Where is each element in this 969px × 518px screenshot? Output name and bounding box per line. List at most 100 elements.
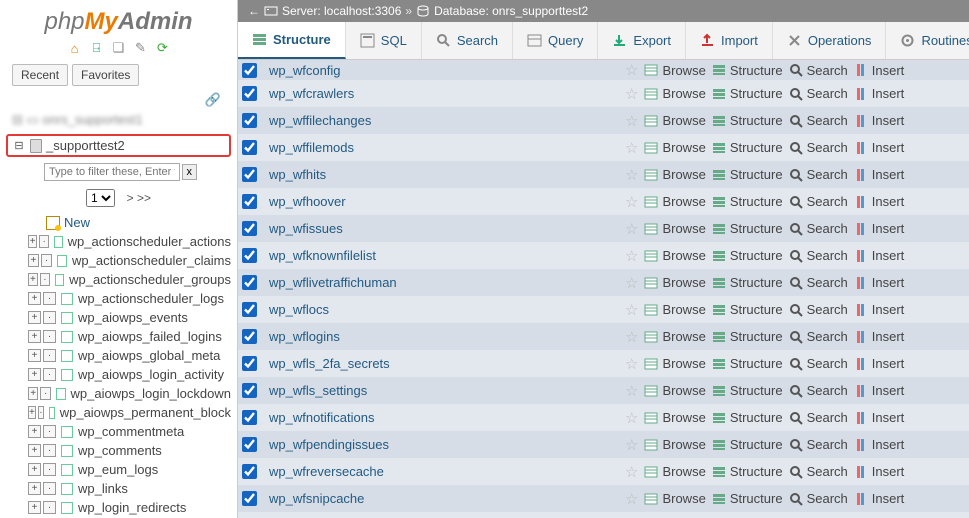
browse-action[interactable]: Browse [644, 140, 705, 155]
structure-action[interactable]: Structure [712, 86, 783, 101]
row-checkbox[interactable] [242, 63, 257, 78]
insert-action[interactable]: Insert [854, 437, 905, 452]
favorite-star[interactable]: ☆ [625, 61, 638, 79]
insert-action[interactable]: Insert [854, 491, 905, 506]
tree-collapse-icon[interactable]: ⊟ [12, 139, 26, 152]
favorite-star[interactable]: ☆ [625, 463, 638, 481]
favorite-star[interactable]: ☆ [625, 112, 638, 130]
search-action[interactable]: Search [789, 86, 848, 101]
tree-table-link[interactable]: wp_aiowps_events [78, 310, 188, 325]
table-name-link[interactable]: wp_wfreversecache [269, 464, 619, 479]
browse-action[interactable]: Browse [644, 167, 705, 182]
tree-table-link[interactable]: wp_aiowps_login_activity [78, 367, 224, 382]
tree-table-link[interactable]: wp_aiowps_permanent_block [60, 405, 231, 420]
favorite-star[interactable]: ☆ [625, 247, 638, 265]
structure-action[interactable]: Structure [712, 491, 783, 506]
favorites-tab[interactable]: Favorites [72, 64, 139, 86]
table-name-link[interactable]: wp_wfpendingissues [269, 437, 619, 452]
breadcrumb-database[interactable]: Database: onrs_supporttest2 [434, 4, 588, 18]
tree-new-icon[interactable]: · [43, 482, 56, 495]
table-name-link[interactable]: wp_wfcrawlers [269, 86, 619, 101]
insert-action[interactable]: Insert [854, 86, 905, 101]
tree-expand-icon[interactable]: + [28, 235, 37, 248]
structure-action[interactable]: Structure [712, 248, 783, 263]
tree-new-icon[interactable]: · [41, 254, 52, 267]
insert-action[interactable]: Insert [854, 383, 905, 398]
collapse-link-icon[interactable]: 🔗 [0, 92, 237, 108]
row-checkbox[interactable] [242, 383, 257, 398]
favorite-star[interactable]: ☆ [625, 382, 638, 400]
search-action[interactable]: Search [789, 167, 848, 182]
structure-action[interactable]: Structure [712, 167, 783, 182]
tree-table-link[interactable]: wp_commentmeta [78, 424, 184, 439]
filter-input[interactable] [44, 163, 180, 181]
search-action[interactable]: Search [789, 248, 848, 263]
tree-new-icon[interactable]: · [40, 273, 50, 286]
row-checkbox[interactable] [242, 113, 257, 128]
reload-icon[interactable]: ⟳ [155, 40, 171, 56]
row-checkbox[interactable] [242, 167, 257, 182]
table-name-link[interactable]: wp_wfconfig [269, 63, 619, 78]
structure-action[interactable]: Structure [712, 194, 783, 209]
table-name-link[interactable]: wp_wffilechanges [269, 113, 619, 128]
insert-action[interactable]: Insert [854, 302, 905, 317]
browse-action[interactable]: Browse [644, 437, 705, 452]
tree-new-icon[interactable]: · [40, 387, 50, 400]
tree-expand-icon[interactable]: + [28, 463, 41, 476]
browse-action[interactable]: Browse [644, 356, 705, 371]
favorite-star[interactable]: ☆ [625, 220, 638, 238]
tab-export[interactable]: Export [598, 22, 686, 59]
row-checkbox[interactable] [242, 194, 257, 209]
home-icon[interactable]: ⌂ [67, 40, 83, 56]
table-name-link[interactable]: wp_wfnotifications [269, 410, 619, 425]
tree-expand-icon[interactable]: + [28, 387, 38, 400]
insert-action[interactable]: Insert [854, 356, 905, 371]
structure-action[interactable]: Structure [712, 140, 783, 155]
table-name-link[interactable]: wp_wfissues [269, 221, 619, 236]
structure-action[interactable]: Structure [712, 63, 783, 78]
tree-expand-icon[interactable]: + [28, 425, 41, 438]
insert-action[interactable]: Insert [854, 464, 905, 479]
tree-new-icon[interactable]: · [43, 330, 56, 343]
structure-action[interactable]: Structure [712, 113, 783, 128]
search-action[interactable]: Search [789, 464, 848, 479]
row-checkbox[interactable] [242, 302, 257, 317]
structure-action[interactable]: Structure [712, 410, 783, 425]
tree-table-link[interactable]: wp_actionscheduler_logs [78, 291, 224, 306]
row-checkbox[interactable] [242, 356, 257, 371]
structure-action[interactable]: Structure [712, 437, 783, 452]
tree-expand-icon[interactable]: + [28, 368, 41, 381]
search-action[interactable]: Search [789, 329, 848, 344]
tree-expand-icon[interactable]: + [28, 482, 41, 495]
row-checkbox[interactable] [242, 491, 257, 506]
favorite-star[interactable]: ☆ [625, 328, 638, 346]
tab-routines[interactable]: Routines [886, 22, 969, 59]
table-name-link[interactable]: wp_wflivetraffichuman [269, 275, 619, 290]
insert-action[interactable]: Insert [854, 329, 905, 344]
insert-action[interactable]: Insert [854, 194, 905, 209]
favorite-star[interactable]: ☆ [625, 193, 638, 211]
browse-action[interactable]: Browse [644, 275, 705, 290]
search-action[interactable]: Search [789, 302, 848, 317]
table-name-link[interactable]: wp_wfls_2fa_secrets [269, 356, 619, 371]
structure-action[interactable]: Structure [712, 329, 783, 344]
favorite-star[interactable]: ☆ [625, 301, 638, 319]
search-action[interactable]: Search [789, 275, 848, 290]
recent-tab[interactable]: Recent [12, 64, 68, 86]
table-name-link[interactable]: wp_wfhoover [269, 194, 619, 209]
table-name-link[interactable]: wp_wffilemods [269, 140, 619, 155]
tree-expand-icon[interactable]: + [28, 311, 41, 324]
row-checkbox[interactable] [242, 464, 257, 479]
browse-action[interactable]: Browse [644, 248, 705, 263]
search-action[interactable]: Search [789, 356, 848, 371]
tab-search[interactable]: Search [422, 22, 513, 59]
structure-action[interactable]: Structure [712, 275, 783, 290]
tree-table-link[interactable]: wp_comments [78, 443, 162, 458]
tree-expand-icon[interactable]: + [28, 273, 38, 286]
insert-action[interactable]: Insert [854, 113, 905, 128]
tree-expand-icon[interactable]: + [28, 444, 41, 457]
browse-action[interactable]: Browse [644, 410, 705, 425]
row-checkbox[interactable] [242, 86, 257, 101]
insert-action[interactable]: Insert [854, 63, 905, 78]
browse-action[interactable]: Browse [644, 113, 705, 128]
